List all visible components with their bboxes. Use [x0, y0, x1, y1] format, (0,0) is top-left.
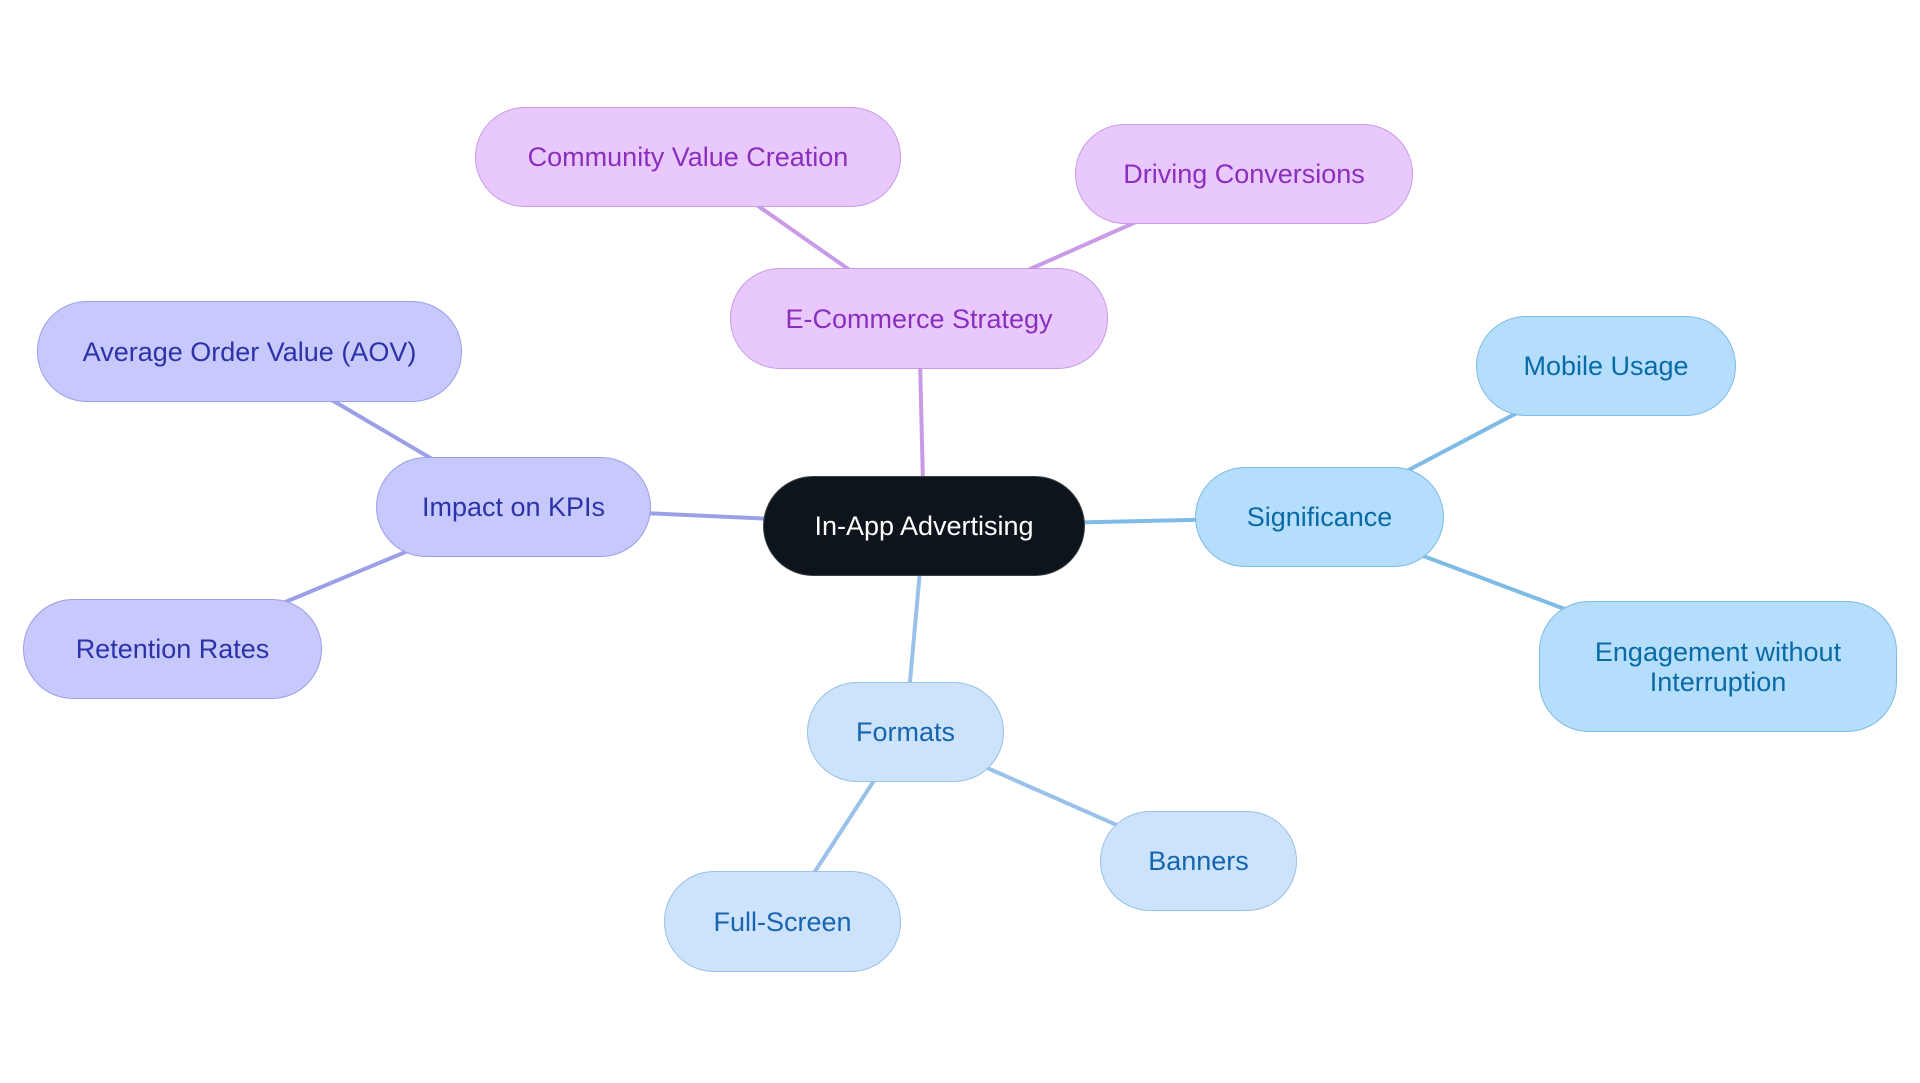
- node-label: Impact on KPIs: [421, 492, 606, 522]
- node-impact-on-kpis[interactable]: Impact on KPIs: [376, 457, 651, 557]
- node-retention-rates[interactable]: Retention Rates: [23, 599, 322, 699]
- node-driving-conversions[interactable]: Driving Conversions: [1075, 124, 1413, 224]
- node-label: E-Commerce Strategy: [785, 303, 1053, 334]
- node-engagement-without-interruption[interactable]: Engagement without Interruption: [1539, 601, 1897, 732]
- node-label: Driving Conversions: [1123, 159, 1365, 189]
- node-significance[interactable]: Significance: [1195, 467, 1444, 567]
- node-label: Significance: [1246, 502, 1393, 532]
- node-average-order-value[interactable]: Average Order Value (AOV): [37, 301, 462, 402]
- node-label: Retention Rates: [75, 634, 270, 664]
- node-label: In-App Advertising: [814, 511, 1034, 541]
- node-formats[interactable]: Formats: [807, 682, 1004, 782]
- node-community-value-creation[interactable]: Community Value Creation: [475, 107, 901, 207]
- node-label: Banners: [1148, 846, 1249, 876]
- node-banners[interactable]: Banners: [1100, 811, 1297, 911]
- node-in-app-advertising[interactable]: In-App Advertising: [763, 476, 1085, 576]
- node-e-commerce-strategy[interactable]: E-Commerce Strategy: [730, 268, 1108, 369]
- node-label: Community Value Creation: [527, 142, 849, 172]
- node-label: Average Order Value (AOV): [82, 336, 417, 367]
- node-full-screen[interactable]: Full-Screen: [664, 871, 901, 972]
- node-label: Formats: [855, 717, 955, 747]
- node-label: Engagement without Interruption: [1594, 636, 1842, 697]
- node-label: Full-Screen: [713, 906, 852, 937]
- node-mobile-usage[interactable]: Mobile Usage: [1476, 316, 1736, 416]
- node-label: Mobile Usage: [1523, 351, 1689, 381]
